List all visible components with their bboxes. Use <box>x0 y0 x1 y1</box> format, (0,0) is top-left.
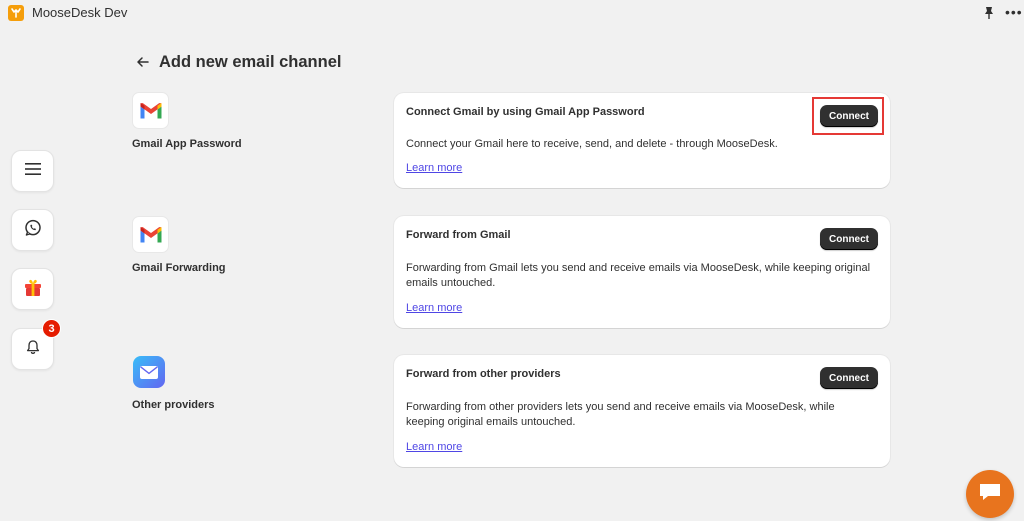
connect-button[interactable]: Connect <box>820 105 878 127</box>
page-header: Add new email channel <box>136 52 341 72</box>
learn-more-link[interactable]: Learn more <box>406 441 462 453</box>
more-options-icon[interactable]: ••• <box>1005 5 1023 19</box>
app-title: MooseDesk Dev <box>32 5 128 20</box>
chat-widget-button[interactable] <box>966 470 1014 518</box>
menu-icon <box>24 162 41 181</box>
connect-button[interactable]: Connect <box>820 367 878 389</box>
gmail-icon <box>132 216 169 253</box>
sidebar-whatsapp-button[interactable] <box>11 209 54 251</box>
sidebar-menu-button[interactable] <box>11 150 54 192</box>
channel-card-gmail-forwarding: Forward from Gmail Forwarding from Gmail… <box>394 216 890 328</box>
card-description: Forwarding from Gmail lets you send and … <box>406 262 871 289</box>
channel-label: Other providers <box>132 399 215 411</box>
learn-more-link[interactable]: Learn more <box>406 302 462 314</box>
page-title: Add new email channel <box>159 52 342 71</box>
bell-icon <box>25 339 41 360</box>
learn-more-link[interactable]: Learn more <box>406 162 462 174</box>
card-description: Forwarding from other providers lets you… <box>406 401 835 428</box>
channel-label: Gmail App Password <box>132 138 242 150</box>
chat-icon <box>978 481 1002 508</box>
pin-icon[interactable] <box>983 6 995 20</box>
mail-icon <box>132 355 166 389</box>
gift-icon <box>23 277 43 302</box>
channel-card-gmail-app-password: Connect Gmail by using Gmail App Passwor… <box>394 93 890 188</box>
app-logo-icon <box>8 5 24 21</box>
gmail-icon <box>132 92 169 129</box>
title-bar: MooseDesk Dev ••• <box>0 0 1024 26</box>
channel-card-other-providers: Forward from other providers Forwarding … <box>394 355 890 467</box>
card-description: Connect your Gmail here to receive, send… <box>406 138 778 150</box>
notification-badge: 3 <box>42 319 61 338</box>
whatsapp-icon <box>24 219 42 242</box>
card-title: Forward from Gmail <box>406 229 511 241</box>
sidebar-gift-button[interactable] <box>11 268 54 310</box>
connect-button[interactable]: Connect <box>820 228 878 250</box>
channel-label: Gmail Forwarding <box>132 262 226 274</box>
card-title: Connect Gmail by using Gmail App Passwor… <box>406 106 645 118</box>
back-arrow-icon[interactable] <box>136 55 150 69</box>
card-title: Forward from other providers <box>406 368 561 380</box>
